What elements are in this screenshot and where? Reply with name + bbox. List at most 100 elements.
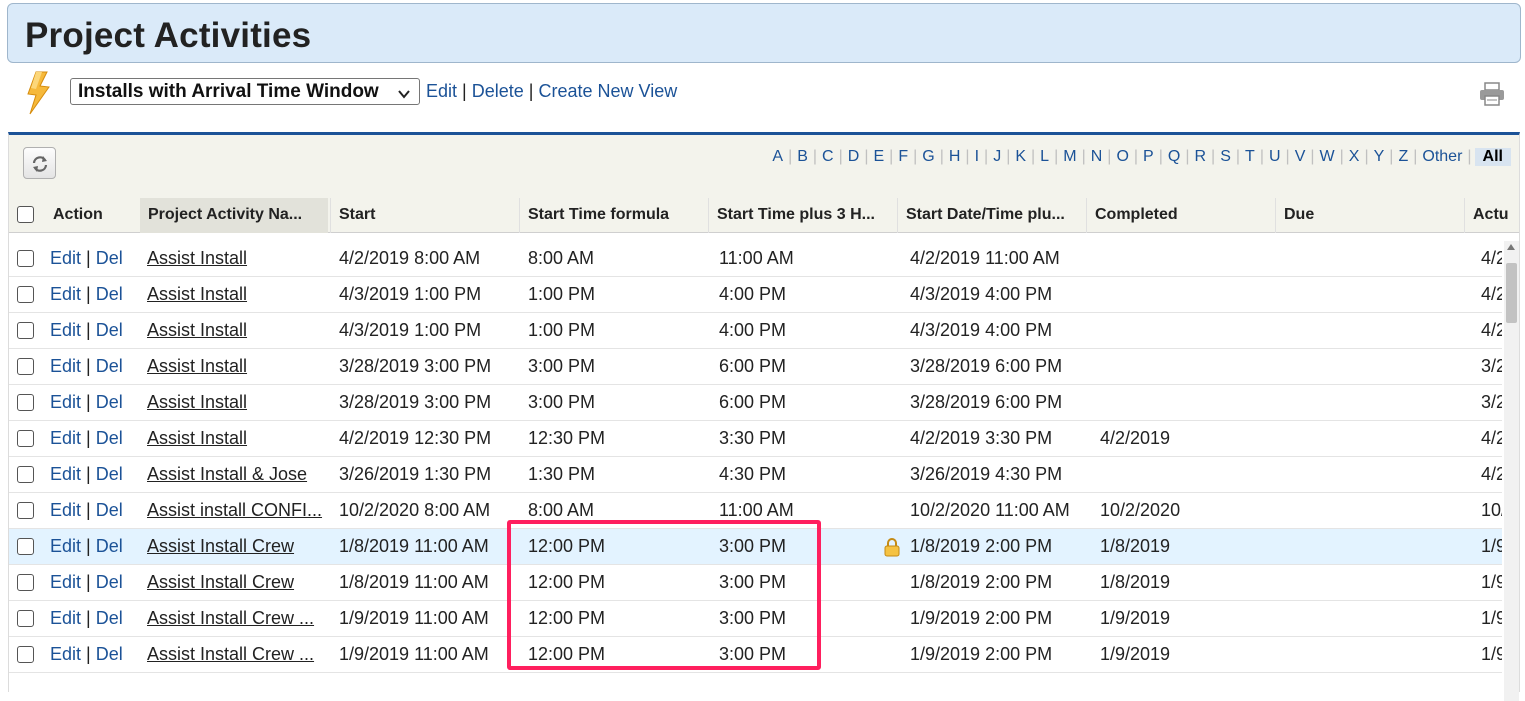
row-delete-link[interactable]: Del (96, 464, 123, 484)
alpha-filter-p[interactable]: P (1138, 148, 1159, 166)
row-checkbox[interactable] (17, 394, 34, 411)
row-checkbox[interactable] (17, 250, 34, 267)
table-row[interactable]: Edit | Del Assist Install 3/28/2019 3:00 PM 3… (9, 349, 1502, 385)
row-checkbox[interactable] (17, 574, 34, 591)
printer-icon[interactable] (1478, 82, 1506, 106)
alpha-filter-n[interactable]: N (1086, 148, 1108, 166)
alpha-filter-a[interactable]: A (767, 148, 788, 166)
row-checkbox[interactable] (17, 466, 34, 483)
col-start-time-formula[interactable]: Start Time formula (519, 198, 707, 233)
row-delete-link[interactable]: Del (96, 572, 123, 592)
row-delete-link[interactable]: Del (96, 500, 123, 520)
project-activity-link[interactable]: Assist Install (147, 428, 247, 448)
row-checkbox[interactable] (17, 502, 34, 519)
alpha-filter-v[interactable]: V (1290, 148, 1311, 166)
row-edit-link[interactable]: Edit (50, 284, 81, 304)
row-checkbox[interactable] (17, 538, 34, 555)
project-activity-link[interactable]: Assist Install (147, 392, 247, 412)
row-checkbox[interactable] (17, 646, 34, 663)
row-delete-link[interactable]: Del (96, 284, 123, 304)
col-start-datetime-plus[interactable]: Start Date/Time plu... (897, 198, 1085, 233)
refresh-button[interactable] (23, 147, 56, 179)
row-checkbox[interactable] (17, 610, 34, 627)
row-edit-link[interactable]: Edit (50, 500, 81, 520)
alpha-filter-z[interactable]: Z (1393, 148, 1413, 166)
project-activity-link[interactable]: Assist Install (147, 356, 247, 376)
project-activity-link[interactable]: Assist Install (147, 320, 247, 340)
table-row[interactable]: Edit | Del Assist Install 4/2/2019 8:00 AM 8:… (9, 241, 1502, 277)
row-delete-link[interactable]: Del (96, 248, 123, 268)
row-edit-link[interactable]: Edit (50, 608, 81, 628)
row-edit-link[interactable]: Edit (50, 356, 81, 376)
project-activity-link[interactable]: Assist Install (147, 284, 247, 304)
row-edit-link[interactable]: Edit (50, 248, 81, 268)
table-row[interactable]: Edit | Del Assist Install & Jose 3/26/2019 1… (9, 457, 1502, 493)
row-checkbox[interactable] (17, 430, 34, 447)
alpha-filter-e[interactable]: E (868, 148, 889, 166)
alpha-filter-all[interactable]: All (1474, 148, 1511, 166)
alpha-filter-other[interactable]: Other (1417, 148, 1467, 166)
table-row[interactable]: Edit | Del Assist Install 4/3/2019 1:00 PM 1:… (9, 313, 1502, 349)
alpha-filter-h[interactable]: H (944, 148, 966, 166)
alpha-filter-c[interactable]: C (817, 148, 839, 166)
col-due[interactable]: Due (1275, 198, 1463, 233)
scroll-thumb[interactable] (1506, 263, 1517, 323)
row-edit-link[interactable]: Edit (50, 572, 81, 592)
row-edit-link[interactable]: Edit (50, 644, 81, 664)
scroll-up-icon[interactable] (1507, 244, 1515, 250)
row-delete-link[interactable]: Del (96, 320, 123, 340)
table-row[interactable]: Edit | Del Assist Install Crew ... 1/9/2019 … (9, 601, 1502, 637)
row-edit-link[interactable]: Edit (50, 536, 81, 556)
table-row[interactable]: Edit | Del Assist Install 4/3/2019 1:00 PM 1:… (9, 277, 1502, 313)
row-checkbox[interactable] (17, 286, 34, 303)
alpha-filter-s[interactable]: S (1215, 148, 1236, 166)
row-edit-link[interactable]: Edit (50, 464, 81, 484)
col-start-time-plus-3[interactable]: Start Time plus 3 H... (708, 198, 896, 233)
alpha-filter-b[interactable]: B (792, 148, 813, 166)
alpha-filter-w[interactable]: W (1315, 148, 1340, 166)
alpha-filter-g[interactable]: G (917, 148, 939, 166)
alpha-filter-r[interactable]: R (1189, 148, 1211, 166)
project-activity-link[interactable]: Assist Install Crew (147, 572, 294, 592)
col-completed[interactable]: Completed (1086, 198, 1274, 233)
row-delete-link[interactable]: Del (96, 356, 123, 376)
row-delete-link[interactable]: Del (96, 428, 123, 448)
table-row[interactable]: Edit | Del Assist Install Crew 1/8/2019 11:0… (9, 529, 1502, 565)
alpha-filter-m[interactable]: M (1058, 148, 1081, 166)
alpha-filter-u[interactable]: U (1264, 148, 1286, 166)
alpha-filter-i[interactable]: I (970, 148, 984, 166)
vertical-scrollbar[interactable] (1504, 241, 1519, 701)
project-activity-link[interactable]: Assist Install Crew ... (147, 608, 314, 628)
delete-view-link[interactable]: Delete (472, 81, 524, 101)
row-delete-link[interactable]: Del (96, 392, 123, 412)
alpha-filter-f[interactable]: F (893, 148, 913, 166)
row-checkbox[interactable] (17, 358, 34, 375)
alpha-filter-d[interactable]: D (843, 148, 865, 166)
edit-view-link[interactable]: Edit (426, 81, 457, 101)
create-new-view-link[interactable]: Create New View (539, 81, 678, 101)
alpha-filter-q[interactable]: Q (1163, 148, 1185, 166)
row-checkbox[interactable] (17, 322, 34, 339)
table-row[interactable]: Edit | Del Assist install CONFI... 10/2/2020… (9, 493, 1502, 529)
row-delete-link[interactable]: Del (96, 644, 123, 664)
alpha-filter-l[interactable]: L (1035, 148, 1054, 166)
project-activity-link[interactable]: Assist Install & Jose (147, 464, 307, 484)
alpha-filter-o[interactable]: O (1111, 148, 1133, 166)
table-row[interactable]: Edit | Del Assist Install 3/28/2019 3:00 PM 3… (9, 385, 1502, 421)
table-row[interactable]: Edit | Del Assist Install Crew 1/8/2019 11:0… (9, 565, 1502, 601)
project-activity-link[interactable]: Assist Install (147, 248, 247, 268)
col-actual[interactable]: Actu (1464, 198, 1519, 233)
col-start[interactable]: Start (330, 198, 518, 233)
alpha-filter-j[interactable]: J (988, 148, 1006, 166)
table-row[interactable]: Edit | Del Assist Install 4/2/2019 12:30 PM 1… (9, 421, 1502, 457)
col-project-activity-name[interactable]: Project Activity Na... (140, 198, 328, 233)
alpha-filter-y[interactable]: Y (1369, 148, 1390, 166)
project-activity-link[interactable]: Assist Install Crew (147, 536, 294, 556)
alpha-filter-k[interactable]: K (1010, 148, 1031, 166)
project-activity-link[interactable]: Assist install CONFI... (147, 500, 322, 520)
project-activity-link[interactable]: Assist Install Crew ... (147, 644, 314, 664)
select-all-checkbox[interactable] (17, 206, 34, 223)
row-edit-link[interactable]: Edit (50, 392, 81, 412)
row-delete-link[interactable]: Del (96, 608, 123, 628)
alpha-filter-x[interactable]: X (1344, 148, 1365, 166)
